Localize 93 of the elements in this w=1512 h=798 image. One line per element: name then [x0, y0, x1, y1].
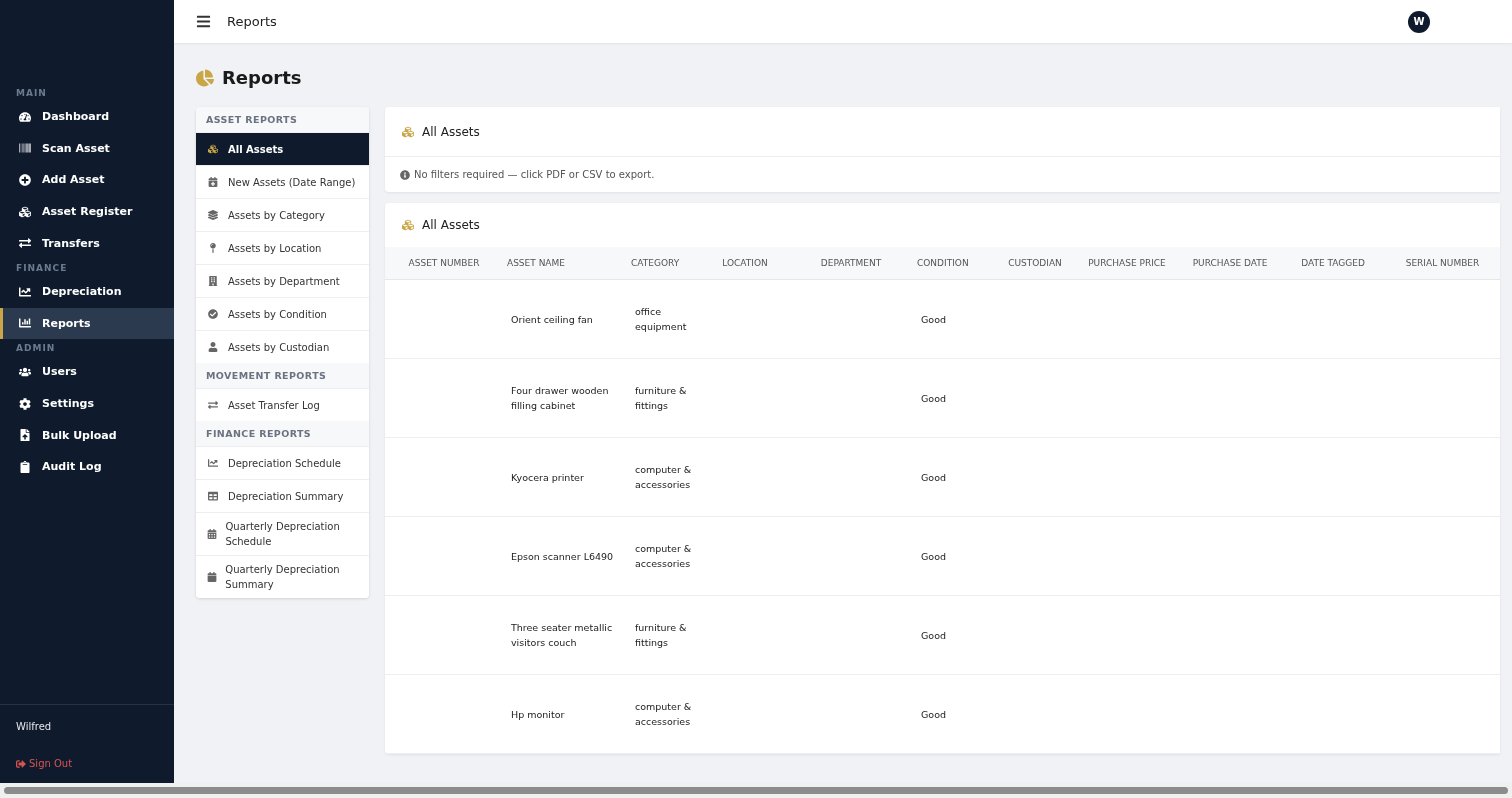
report-menu-item[interactable]: New Assets (Date Range)	[196, 165, 369, 198]
table-cell: Epson scanner L6490	[511, 550, 614, 562]
sign-out-link[interactable]: Sign Out	[16, 758, 158, 769]
nav-item[interactable]: Depreciation	[0, 275, 174, 308]
nav-item[interactable]: Transfers	[0, 227, 174, 259]
nav-item[interactable]: Bulk Upload	[0, 419, 174, 451]
file-icon	[18, 429, 32, 442]
nav-item[interactable]: Reports	[0, 307, 174, 340]
nav-item[interactable]: Asset Register	[0, 195, 174, 228]
table-cell: Good	[921, 550, 947, 562]
report-menu-item[interactable]: Assets by Condition	[196, 297, 369, 330]
report-menu-item[interactable]: Assets by Location	[196, 231, 369, 264]
table-cell: Good	[921, 708, 947, 720]
line-chart-icon	[18, 285, 32, 298]
line-chart-icon	[206, 458, 220, 468]
report-menu-item[interactable]: Assets by Category	[196, 198, 369, 231]
report-menu-item[interactable]: Quarterly Depreciation Schedule	[196, 512, 369, 555]
column-header[interactable]: DEPARTMENT	[789, 247, 913, 280]
report-menu-item[interactable]: Assets by Custodian	[196, 330, 369, 363]
arrows-icon	[18, 237, 32, 250]
menu-group-label: FINANCE REPORTS	[196, 421, 369, 446]
nav-item[interactable]: Users	[0, 356, 174, 388]
table-cell: computer & accessories	[635, 464, 692, 490]
card-title: All Assets	[422, 218, 480, 232]
column-header[interactable]: LOCATION	[701, 247, 789, 280]
nav-item[interactable]: Audit Log	[0, 450, 174, 483]
boxes-icon	[401, 125, 415, 138]
gear-icon	[18, 397, 32, 410]
column-header[interactable]: CUSTODIAN	[995, 247, 1075, 280]
calendar-icon	[206, 177, 220, 187]
table-cell: Good	[921, 392, 947, 404]
report-menu-item[interactable]: Depreciation Summary	[196, 479, 369, 512]
section-label: ADMIN	[15, 342, 57, 356]
calendar-icon	[206, 529, 218, 539]
table-cell: Kyocera printer	[511, 471, 584, 483]
arrows-icon	[206, 400, 220, 410]
nav-item[interactable]: Add Asset	[0, 164, 174, 196]
gauge-icon	[18, 110, 32, 123]
clipboard-icon	[18, 460, 32, 473]
topbar-title: Reports	[227, 14, 277, 29]
section-label: MAIN	[15, 87, 48, 100]
nav-item[interactable]: Dashboard	[0, 101, 174, 133]
column-header[interactable]: ASSET NAME	[503, 247, 627, 280]
column-header[interactable]: DATE TAGGED	[1281, 247, 1385, 280]
table-cell: Four drawer wooden filling cabinet	[511, 385, 609, 411]
layers-icon	[206, 210, 220, 220]
user-icon	[206, 342, 220, 352]
report-menu-item[interactable]: All Assets	[196, 132, 369, 165]
card-title: All Assets	[422, 124, 480, 139]
column-header[interactable]: SERIAL NUMBER	[1385, 247, 1500, 280]
table-cell: Good	[921, 629, 947, 641]
column-header[interactable]: CONDITION	[913, 247, 995, 280]
table-icon	[206, 491, 220, 501]
column-header[interactable]: PURCHASE PRICE	[1075, 247, 1179, 280]
section-label: FINANCE	[15, 261, 69, 275]
table-cell: furniture & fittings	[635, 622, 687, 648]
nav-item[interactable]: Settings	[0, 387, 174, 420]
column-header[interactable]: PURCHASE DATE	[1179, 247, 1281, 280]
info-icon	[400, 169, 410, 180]
boxes-icon	[18, 205, 32, 218]
hint-text: No filters required — click PDF or CSV to export.	[414, 169, 655, 180]
bar-chart-icon	[18, 317, 32, 330]
scrollbar-thumb[interactable]	[4, 787, 1508, 794]
menu-group-label: ASSET REPORTS	[196, 107, 369, 132]
table-cell: Good	[921, 471, 947, 483]
column-header[interactable]: CATEGORY	[627, 247, 701, 280]
building-icon	[206, 276, 220, 286]
boxes-icon	[401, 219, 415, 231]
pie-chart-icon	[196, 68, 214, 87]
sign-out-icon	[16, 758, 26, 769]
table-cell: computer & accessories	[635, 701, 692, 727]
table-cell: Hp monitor	[511, 708, 565, 720]
report-menu-item[interactable]: Quarterly Depreciation Summary	[196, 555, 369, 598]
boxes-icon	[206, 144, 220, 154]
report-menu-item[interactable]: Depreciation Schedule	[196, 446, 369, 479]
menu-group-label: MOVEMENT REPORTS	[196, 363, 369, 388]
menu-icon[interactable]	[196, 14, 211, 29]
users-icon	[18, 365, 32, 378]
calendar-icon	[206, 572, 218, 582]
column-header[interactable]: ASSET NUMBER	[385, 247, 503, 280]
barcode-icon	[18, 142, 32, 155]
table-cell: office equipment	[635, 306, 687, 332]
table-cell: Orient ceiling fan	[511, 313, 593, 325]
report-menu-item[interactable]: Asset Transfer Log	[196, 388, 369, 421]
user-avatar[interactable]: W	[1408, 10, 1430, 33]
page-title: Reports	[196, 67, 1500, 88]
report-menu-item[interactable]: Assets by Department	[196, 264, 369, 297]
table-cell: Good	[921, 313, 947, 325]
user-name: Wilfred	[16, 721, 53, 732]
nav-item[interactable]: Scan Asset	[0, 132, 174, 165]
table-cell: Three seater metallic visitors couch	[511, 622, 613, 648]
table-cell: computer & accessories	[635, 543, 692, 569]
table-cell: furniture & fittings	[635, 385, 687, 411]
